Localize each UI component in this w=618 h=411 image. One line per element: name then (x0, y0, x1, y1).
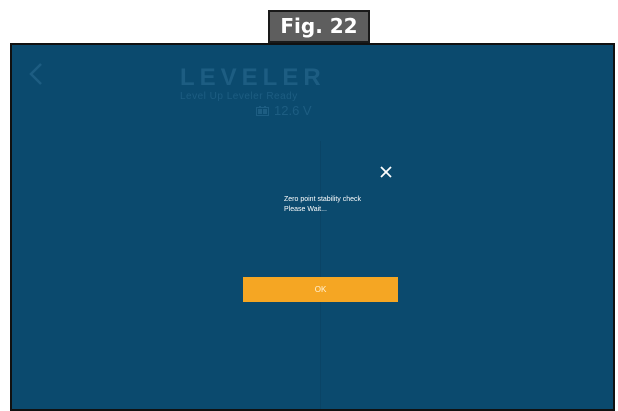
stability-check-dialog: Zero point stability check Please Wait..… (240, 155, 402, 305)
app-screen: LEVELER Level Up Leveler Ready 12.6 V Ze… (10, 43, 615, 411)
ok-button[interactable]: OK (243, 277, 398, 302)
app-title: LEVELER (180, 64, 326, 91)
close-icon[interactable] (379, 165, 393, 179)
dialog-message-line-1: Zero point stability check (284, 196, 362, 203)
chevron-left-icon[interactable] (25, 61, 47, 87)
battery-voltage: 12.6 V (274, 103, 312, 118)
battery-icon (256, 105, 269, 116)
dialog-message: Zero point stability check Please Wait..… (284, 195, 404, 215)
dialog-message-line-2: Please Wait... (284, 206, 327, 213)
figure-label: Fig. 22 (268, 10, 370, 43)
battery-status: 12.6 V (256, 103, 312, 118)
app-status-text: Level Up Leveler Ready (180, 91, 298, 102)
